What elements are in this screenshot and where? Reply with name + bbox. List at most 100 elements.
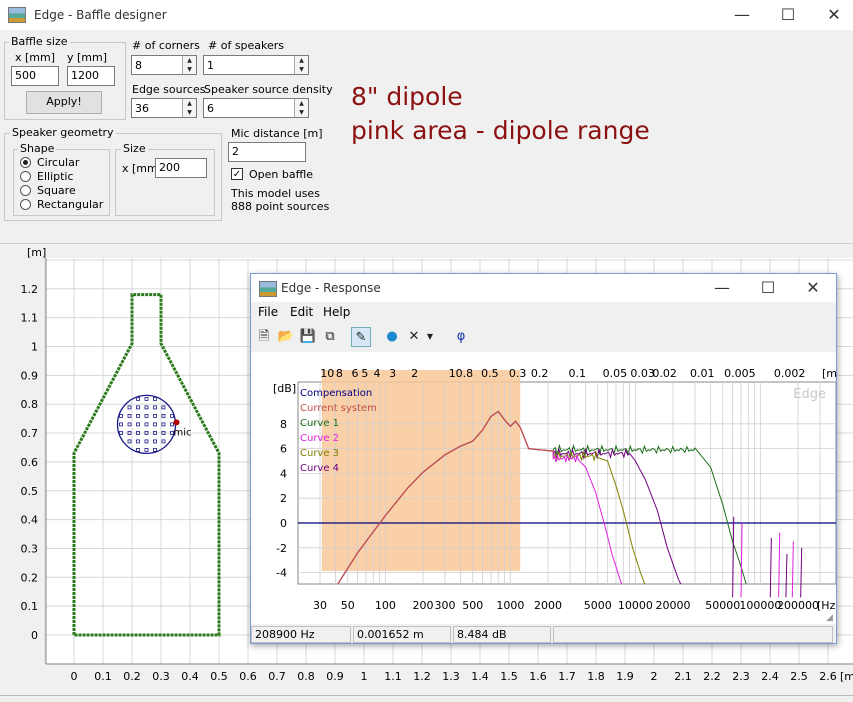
hz-tick-label: 300 bbox=[435, 599, 456, 612]
baffle-y-input[interactable]: 1200 bbox=[67, 66, 115, 86]
wavelength-tick-label: 0.1 bbox=[569, 367, 587, 380]
minimize-button[interactable]: — bbox=[719, 0, 765, 30]
pen-icon[interactable]: ✎ bbox=[351, 327, 371, 347]
hz-tick-label: 500 bbox=[462, 599, 483, 612]
x-tick-label: 0.6 bbox=[239, 670, 257, 683]
open-icon[interactable]: 📂 bbox=[276, 327, 296, 347]
y-tick-label: 0.6 bbox=[21, 456, 39, 469]
response-window[interactable]: Edge - Response — ☐ ✕ File Edit Help 🗎 📂… bbox=[250, 273, 840, 644]
x-tick-label: 2.3 bbox=[732, 670, 750, 683]
shape-radio-rectangular[interactable] bbox=[20, 199, 31, 210]
hz-tick-label: 30 bbox=[313, 599, 327, 612]
x-tick-label: 1.1 bbox=[384, 670, 402, 683]
hz-tick-label: 200 bbox=[413, 599, 434, 612]
wavelength-tick-label: 0.8 bbox=[456, 367, 474, 380]
annotation-line1: 8" dipole bbox=[351, 82, 463, 111]
speakers-spinner[interactable]: 1 ▲ ▼ bbox=[203, 55, 309, 75]
annotation-line2: pink area - dipole range bbox=[351, 116, 650, 145]
source-density-spinner[interactable]: 6 ▲ ▼ bbox=[203, 98, 309, 118]
y-tick-label: 0.2 bbox=[21, 571, 39, 584]
shape-radio-square[interactable] bbox=[20, 185, 31, 196]
status-extra bbox=[553, 626, 833, 643]
x-tick-label: 1.8 bbox=[587, 670, 605, 683]
corners-spinner[interactable]: 8 ▲ ▼ bbox=[131, 55, 197, 75]
x-tick-label: 0.5 bbox=[210, 670, 228, 683]
response-plot[interactable]: 86420-2-4[dB]30 50 100 200 300 500 1000 2000 500… bbox=[251, 352, 840, 624]
hz-tick-label: 100000 bbox=[739, 599, 781, 612]
response-menu-bar: File Edit Help bbox=[251, 302, 836, 322]
dropdown-icon[interactable]: ▼ bbox=[424, 327, 436, 347]
close-button[interactable]: ✕ bbox=[811, 0, 853, 30]
speaker-icon[interactable]: ● bbox=[382, 327, 402, 347]
wavelength-tick-label: 6 bbox=[352, 367, 359, 380]
size-label: Size bbox=[121, 142, 148, 155]
wavelength-tick-label: 3 bbox=[389, 367, 396, 380]
status-distance: 0.001652 m bbox=[353, 626, 451, 643]
model-info-line2: 888 point sources bbox=[231, 200, 330, 213]
shape-radio-elliptic[interactable] bbox=[20, 171, 31, 182]
response-maximize-button[interactable]: ☐ bbox=[745, 273, 791, 303]
main-status-bar bbox=[0, 695, 853, 702]
edge-watermark: Edge bbox=[793, 387, 826, 402]
new-icon[interactable]: 🗎 bbox=[254, 327, 274, 347]
y-tick-label: 0.1 bbox=[21, 600, 39, 613]
shape-label-circular: Circular bbox=[37, 156, 80, 169]
speakers-updown[interactable]: ▲ ▼ bbox=[294, 56, 308, 74]
x-tick-label: 0.3 bbox=[152, 670, 170, 683]
speakers-label: # of speakers bbox=[208, 39, 285, 52]
x-tick-label: 1.3 bbox=[442, 670, 460, 683]
baffle-x-input[interactable]: 500 bbox=[11, 66, 59, 86]
wavelength-tick-label: 8 bbox=[336, 367, 343, 380]
wavelength-tick-label: 0.005 bbox=[724, 367, 756, 380]
wavelength-tick-label: 0.3 bbox=[509, 367, 526, 380]
mic-label: mic bbox=[174, 427, 192, 438]
edge-sources-spinner[interactable]: 36 ▲ ▼ bbox=[131, 98, 197, 118]
response-graph[interactable]: 8 6 4 2 0 -2 -4 [dB] 30 50 100 200 300 500 1000 2000 500… bbox=[251, 352, 840, 624]
size-x-input[interactable]: 200 bbox=[155, 158, 207, 178]
corners-updown[interactable]: ▲ ▼ bbox=[182, 56, 196, 74]
source-density-value: 6 bbox=[207, 102, 214, 115]
save-icon[interactable]: 💾 bbox=[298, 327, 318, 347]
y-tick-label: 0.8 bbox=[21, 398, 39, 411]
open-baffle-checkbox[interactable]: ✓ bbox=[231, 168, 243, 180]
response-minimize-button[interactable]: — bbox=[699, 273, 745, 303]
edge-sources-value: 36 bbox=[135, 102, 149, 115]
maximize-button[interactable]: ☐ bbox=[765, 0, 811, 30]
x-tick-label: 1.6 bbox=[529, 670, 547, 683]
hz-tick-label: 50 bbox=[341, 599, 355, 612]
y-unit-label: [m] bbox=[27, 246, 46, 259]
response-status-bar: 208900 Hz 0.001652 m 8.484 dB bbox=[251, 625, 836, 644]
copy-icon[interactable]: ⧉ bbox=[320, 327, 340, 347]
legend-item: Compensation bbox=[300, 388, 372, 399]
db-tick-label: 6 bbox=[280, 443, 287, 456]
wavelength-tick-label: 0.002 bbox=[774, 367, 806, 380]
x-tick-label: 2.5 bbox=[790, 670, 808, 683]
x-tick-label: 2.6 bbox=[819, 670, 837, 683]
response-toolbar: 🗎 📂 💾 ⧉ ✎ ● ✕ ▼ φ bbox=[251, 324, 836, 350]
db-tick-label: 2 bbox=[280, 492, 287, 505]
wavelength-tick-label: 0.5 bbox=[481, 367, 499, 380]
hz-tick-label: 50000 bbox=[705, 599, 740, 612]
mic-marker bbox=[173, 419, 180, 426]
menu-edit[interactable]: Edit bbox=[290, 305, 313, 319]
delete-icon[interactable]: ✕ bbox=[404, 327, 424, 347]
x-tick-label: 1.2 bbox=[413, 670, 431, 683]
menu-help[interactable]: Help bbox=[323, 305, 350, 319]
mic-distance-input[interactable]: 2 bbox=[228, 142, 306, 162]
db-unit-label: [dB] bbox=[273, 382, 296, 395]
edge-sources-updown[interactable]: ▲ ▼ bbox=[182, 99, 196, 117]
legend-item: Curve 3 bbox=[300, 448, 339, 459]
hz-tick-label: 100 bbox=[375, 599, 396, 612]
mic-distance-label: Mic distance [m] bbox=[231, 127, 323, 140]
phase-icon[interactable]: φ bbox=[451, 327, 471, 347]
menu-file[interactable]: File bbox=[258, 305, 278, 319]
response-close-button[interactable]: ✕ bbox=[790, 273, 836, 303]
edge-sources-label: Edge sources bbox=[132, 83, 206, 96]
status-frequency: 208900 Hz bbox=[251, 626, 351, 643]
source-density-updown[interactable]: ▲ ▼ bbox=[294, 99, 308, 117]
db-tick-label: 0 bbox=[280, 517, 287, 530]
y-tick-label: 0.9 bbox=[21, 369, 39, 382]
shape-radio-circular[interactable] bbox=[20, 157, 31, 168]
response-app-icon bbox=[259, 281, 277, 297]
apply-button[interactable]: Apply! bbox=[26, 91, 102, 114]
